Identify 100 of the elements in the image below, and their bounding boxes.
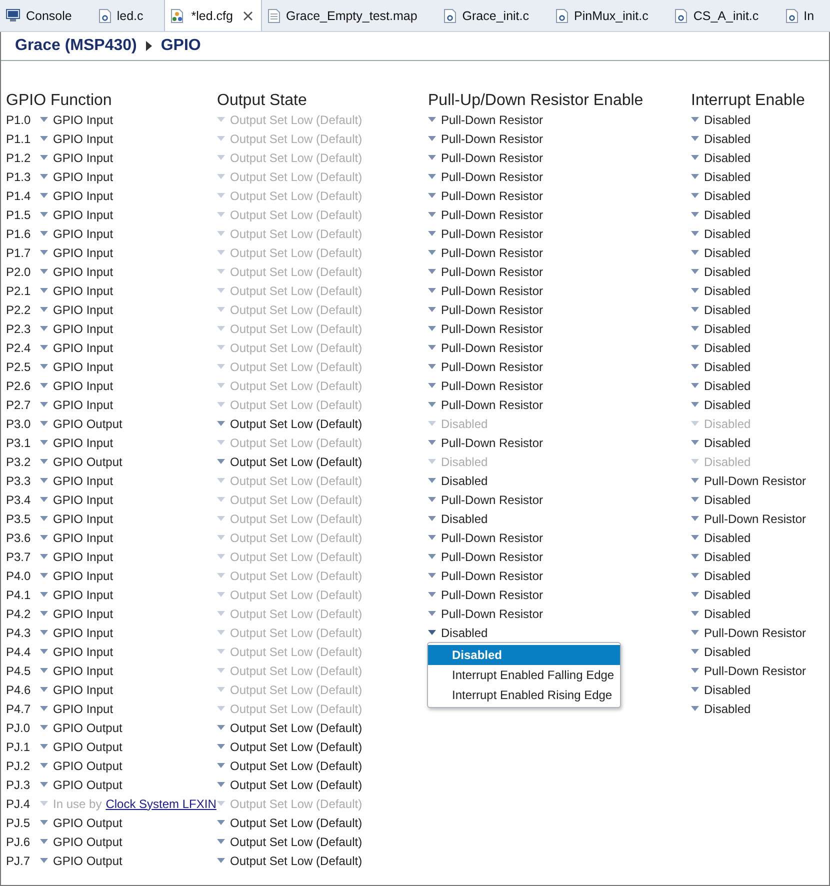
- dropdown-arrow-icon: [217, 668, 225, 673]
- dropdown-arrow-icon: [428, 250, 436, 255]
- interrupt-dropdown[interactable]: Disabled: [691, 530, 751, 544]
- interrupt-dropdown[interactable]: Disabled: [691, 682, 751, 696]
- interrupt-dropdown[interactable]: Disabled: [691, 322, 751, 336]
- dropdown-arrow-icon: [691, 535, 699, 540]
- tab-label: Grace_Empty_test.map: [286, 8, 418, 22]
- console-icon: [6, 9, 20, 22]
- menu-option[interactable]: Interrupt Enabled Rising Edge: [428, 685, 620, 705]
- interrupt-dropdown[interactable]: Disabled: [691, 340, 751, 354]
- dropdown-value: Disabled: [704, 226, 751, 240]
- function-dropdown[interactable]: GPIO Input: [40, 246, 114, 260]
- function-dropdown[interactable]: GPIO Input: [40, 322, 114, 336]
- function-dropdown[interactable]: GPIO Output: [40, 778, 122, 792]
- editor-tab[interactable]: CS_A_init.c: [669, 0, 780, 31]
- function-dropdown[interactable]: GPIO Input: [40, 284, 114, 298]
- function-dropdown[interactable]: GPIO Input: [40, 132, 114, 146]
- function-dropdown[interactable]: GPIO Input: [40, 378, 114, 392]
- function-dropdown[interactable]: GPIO Input: [40, 644, 114, 658]
- dropdown-arrow-icon: [217, 535, 225, 540]
- function-dropdown[interactable]: GPIO Input: [40, 568, 114, 582]
- function-dropdown[interactable]: GPIO Input: [40, 702, 114, 716]
- function-dropdown[interactable]: GPIO Output: [40, 454, 122, 468]
- function-dropdown[interactable]: GPIO Input: [40, 550, 114, 564]
- function-dropdown[interactable]: GPIO Output: [40, 834, 122, 848]
- editor-tab[interactable]: Grace_Empty_test.map: [262, 0, 438, 31]
- dropdown-value: Disabled: [704, 378, 751, 392]
- interrupt-dropdown[interactable]: Disabled: [691, 132, 751, 146]
- close-icon[interactable]: [242, 11, 253, 21]
- editor-tab[interactable]: Console: [0, 0, 93, 31]
- editor-tab[interactable]: Grace_init.c: [438, 0, 550, 31]
- interrupt-dropdown[interactable]: Disabled: [691, 378, 751, 392]
- editor-tab[interactable]: *led.cfg: [164, 0, 262, 31]
- interrupt-dropdown[interactable]: Disabled: [691, 150, 751, 164]
- function-dropdown[interactable]: GPIO Input: [40, 436, 114, 450]
- function-dropdown[interactable]: GPIO Input: [40, 606, 114, 620]
- interrupt-dropdown[interactable]: Disabled: [691, 568, 751, 582]
- function-dropdown[interactable]: GPIO Input: [40, 112, 114, 126]
- menu-option[interactable]: Interrupt Enabled Falling Edge: [428, 665, 620, 685]
- function-dropdown[interactable]: GPIO Input: [40, 302, 114, 316]
- breadcrumb-item[interactable]: Grace (MSP430): [15, 37, 137, 55]
- dropdown-arrow-icon: [428, 345, 436, 350]
- interrupt-dropdown[interactable]: Disabled: [691, 246, 751, 260]
- interrupt-dropdown[interactable]: Disabled: [691, 398, 751, 412]
- function-dropdown[interactable]: GPIO Input: [40, 208, 114, 222]
- interrupt-dropdown[interactable]: Disabled: [691, 588, 751, 602]
- editor-tab[interactable]: PinMux_init.c: [550, 0, 670, 31]
- function-dropdown[interactable]: GPIO Input: [40, 170, 114, 184]
- function-dropdown[interactable]: GPIO Input: [40, 588, 114, 602]
- pull-dropdown[interactable]: Disabled: [428, 626, 488, 640]
- function-dropdown[interactable]: GPIO Input: [40, 264, 114, 278]
- interrupt-dropdown[interactable]: Disabled: [691, 550, 751, 564]
- function-dropdown[interactable]: GPIO Output: [40, 740, 122, 754]
- function-dropdown[interactable]: GPIO Output: [40, 720, 122, 734]
- interrupt-dropdown[interactable]: Disabled: [691, 226, 751, 240]
- interrupt-dropdown[interactable]: Disabled: [691, 284, 751, 298]
- dropdown-arrow-icon: [428, 155, 436, 160]
- breadcrumb-item[interactable]: GPIO: [160, 37, 201, 55]
- function-dropdown[interactable]: GPIO Output: [40, 758, 122, 772]
- function-dropdown[interactable]: GPIO Input: [40, 226, 114, 240]
- menu-option[interactable]: Disabled: [428, 645, 620, 665]
- dropdown-arrow-icon: [217, 725, 225, 730]
- function-dropdown[interactable]: GPIO Input: [40, 188, 114, 202]
- dropdown-arrow-icon: [217, 402, 225, 407]
- pin-label: P2.1: [6, 284, 32, 298]
- interrupt-dropdown[interactable]: Disabled: [691, 360, 751, 374]
- function-dropdown[interactable]: GPIO Input: [40, 340, 114, 354]
- dropdown-arrow-icon: [40, 345, 48, 350]
- pin-label: P4.3: [6, 626, 32, 640]
- tab-label: Console: [26, 8, 72, 22]
- function-dropdown[interactable]: GPIO Input: [40, 474, 114, 488]
- editor-tab[interactable]: In: [780, 0, 830, 31]
- function-dropdown[interactable]: GPIO Input: [40, 530, 114, 544]
- interrupt-dropdown[interactable]: Disabled: [691, 188, 751, 202]
- interrupt-dropdown[interactable]: Disabled: [691, 112, 751, 126]
- pull-dropdown[interactable]: Disabled: [428, 512, 488, 526]
- dropdown-arrow-icon: [428, 269, 436, 274]
- interrupt-dropdown[interactable]: Disabled: [691, 264, 751, 278]
- function-dropdown[interactable]: GPIO Input: [40, 626, 114, 640]
- interrupt-dropdown[interactable]: Disabled: [691, 702, 751, 716]
- function-dropdown[interactable]: GPIO Input: [40, 150, 114, 164]
- interrupt-dropdown[interactable]: Disabled: [691, 644, 751, 658]
- interrupt-dropdown[interactable]: Disabled: [691, 302, 751, 316]
- function-dropdown[interactable]: GPIO Output: [40, 816, 122, 830]
- dropdown-arrow-icon: [40, 193, 48, 198]
- pull-dropdown[interactable]: Disabled: [428, 474, 488, 488]
- editor-tab[interactable]: led.c: [92, 0, 164, 31]
- interrupt-dropdown[interactable]: Disabled: [691, 208, 751, 222]
- interrupt-dropdown[interactable]: Disabled: [691, 170, 751, 184]
- function-dropdown[interactable]: GPIO Input: [40, 492, 114, 506]
- function-dropdown[interactable]: GPIO Input: [40, 512, 114, 526]
- function-dropdown[interactable]: GPIO Input: [40, 664, 114, 678]
- function-dropdown[interactable]: GPIO Output: [40, 854, 122, 868]
- function-dropdown[interactable]: GPIO Output: [40, 416, 122, 430]
- function-dropdown[interactable]: GPIO Input: [40, 682, 114, 696]
- interrupt-dropdown[interactable]: Disabled: [691, 436, 751, 450]
- function-dropdown[interactable]: GPIO Input: [40, 360, 114, 374]
- interrupt-dropdown[interactable]: Disabled: [691, 492, 751, 506]
- function-dropdown[interactable]: GPIO Input: [40, 398, 114, 412]
- interrupt-dropdown[interactable]: Disabled: [691, 606, 751, 620]
